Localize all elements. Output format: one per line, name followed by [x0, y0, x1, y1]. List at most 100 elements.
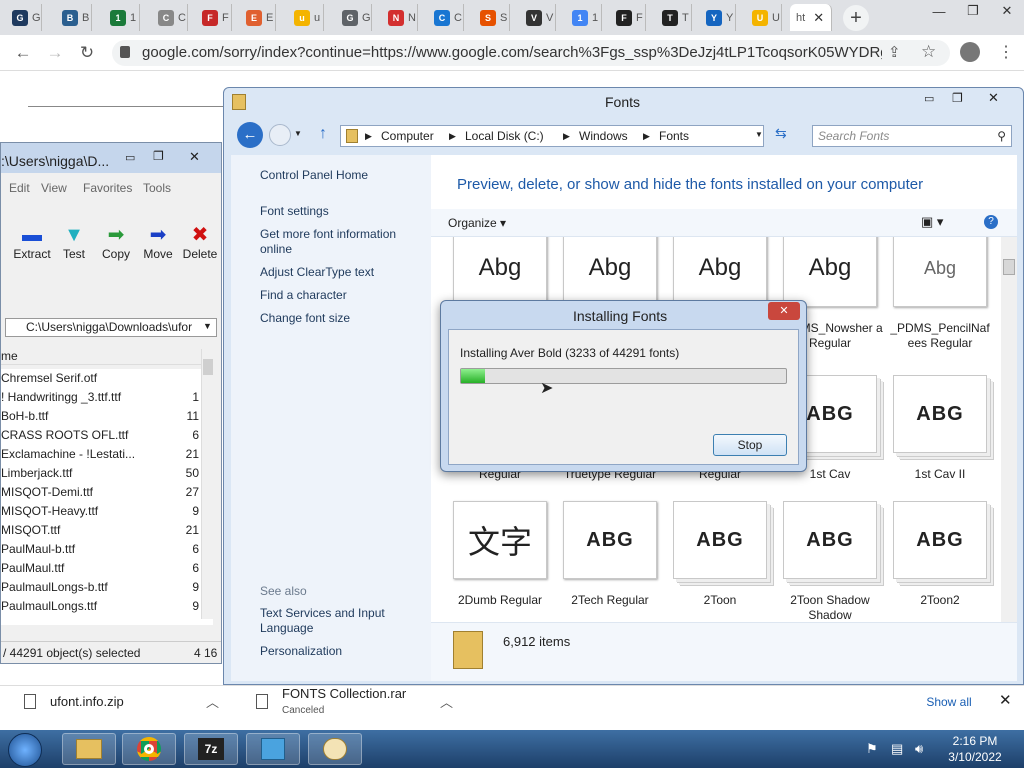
archive-menu-item[interactable]: Edit	[9, 181, 30, 195]
tray-flag-icon[interactable]: ⚑	[866, 741, 878, 757]
font-tile[interactable]: ABG 1st Cav II	[885, 375, 995, 482]
archive-file-row[interactable]: MISQOT.ttf 21	[1, 521, 201, 540]
forward-icon[interactable]: →	[44, 43, 66, 63]
archive-menu-item[interactable]: Favorites	[83, 181, 132, 195]
archive-tool-move[interactable]: ➡ Move	[137, 223, 179, 261]
archive-tool-delete[interactable]: ✖ Delete	[179, 223, 221, 261]
organize-button[interactable]: Organize ▾	[448, 216, 506, 230]
dialog-close-icon[interactable]: ✕	[768, 302, 800, 320]
download-item[interactable]: ufont.info.zip ︿	[20, 686, 230, 728]
archive-file-row[interactable]: Chremsel Serif.otf	[1, 369, 201, 388]
fonts-close-icon[interactable]: ✕	[988, 90, 999, 106]
archive-file-row[interactable]: CRASS ROOTS OFL.ttf 6	[1, 426, 201, 445]
taskbar-paint[interactable]	[308, 733, 362, 765]
browser-tab[interactable]: 11	[104, 4, 140, 31]
fonts-maximize-icon[interactable]: ❐	[952, 91, 963, 105]
archive-file-row[interactable]: ! Handwritingg _3.ttf.ttf 1	[1, 388, 201, 407]
url-text[interactable]: google.com/sorry/index?continue=https://…	[142, 44, 882, 61]
stop-button[interactable]: Stop	[713, 434, 787, 456]
archive-path-field[interactable]: C:\Users\nigga\Downloads\ufor	[5, 318, 217, 337]
menu-kebab-icon[interactable]: ⋮	[998, 42, 1014, 62]
download-item[interactable]: FONTS Collection.rar Canceled ︿	[252, 686, 462, 728]
archive-column-header[interactable]: me	[1, 349, 213, 365]
breadcrumb-separator-icon[interactable]: ▶	[563, 126, 570, 146]
browser-tab[interactable]: BB	[56, 4, 92, 31]
refresh-icon[interactable]: ⇆	[775, 125, 787, 142]
font-tile[interactable]: ABG 2Toon	[665, 501, 775, 608]
tray-network-icon[interactable]: ▤	[891, 741, 903, 757]
archive-file-row[interactable]: BoH-b.ttf 11	[1, 407, 201, 426]
breadcrumb-item[interactable]: Fonts	[659, 126, 689, 146]
font-tile[interactable]: ABG 2Toon Shadow Shadow	[775, 501, 885, 622]
archive-menu-item[interactable]: View	[41, 181, 67, 195]
taskbar-control-panel[interactable]	[246, 733, 300, 765]
archive-restore-icon[interactable]: ❐	[153, 149, 164, 163]
task-link[interactable]: Change font size	[260, 311, 420, 326]
browser-tab[interactable]: GG	[336, 4, 372, 31]
browser-tab[interactable]: YY	[700, 4, 736, 31]
archive-file-row[interactable]: PaulMaul.ttf 6	[1, 559, 201, 578]
font-tile[interactable]: Abg _PDMS_PencilNaf ees Regular	[885, 237, 995, 351]
see-also-link[interactable]: Personalization	[260, 644, 420, 659]
font-tile[interactable]: ABG 2Tech Regular	[555, 501, 665, 608]
task-link[interactable]: Find a character	[260, 288, 420, 303]
see-also-link[interactable]: Text Services and Input Language	[260, 606, 420, 636]
address-dropdown-icon[interactable]: ▼	[755, 130, 763, 139]
breadcrumb-separator-icon[interactable]: ▶	[365, 126, 372, 146]
archive-menu-item[interactable]: Tools	[143, 181, 171, 195]
font-tile[interactable]: 文字 2Dumb Regular	[445, 501, 555, 608]
chevron-up-icon[interactable]: ︿	[440, 692, 453, 711]
breadcrumb-separator-icon[interactable]: ▶	[449, 126, 456, 146]
task-link[interactable]: Get more font information online	[260, 227, 420, 257]
breadcrumb-separator-icon[interactable]: ▶	[643, 126, 650, 146]
browser-tab[interactable]: UU	[746, 4, 782, 31]
address-bar[interactable]: ▶ Computer ▶ Local Disk (C:) ▶ Windows ▶ Fonts	[340, 125, 764, 147]
grid-scroll-thumb[interactable]	[1003, 259, 1015, 275]
up-icon[interactable]: ↑	[319, 125, 327, 143]
browser-tab[interactable]: CC	[152, 4, 188, 31]
archive-tool-extract[interactable]: ▬ Extract	[11, 223, 53, 261]
browser-tab[interactable]: SS	[474, 4, 510, 31]
tab-active[interactable]: ht ✕	[790, 4, 832, 31]
browser-tab[interactable]: FF	[610, 4, 646, 31]
chevron-up-icon[interactable]: ︿	[206, 692, 219, 711]
close-tab-icon[interactable]: ✕	[813, 10, 824, 26]
task-link[interactable]: Control Panel Home	[260, 168, 420, 183]
archive-scrollbar[interactable]	[201, 349, 215, 619]
archive-file-row[interactable]: Exclamachine - !Lestati... 21	[1, 445, 201, 464]
archive-file-row[interactable]: PaulMaul-b.ttf 6	[1, 540, 201, 559]
taskbar-7zip[interactable]: 7z	[184, 733, 238, 765]
fonts-minimize-icon[interactable]: ▭	[924, 92, 934, 105]
start-button[interactable]	[8, 733, 42, 767]
breadcrumb-item[interactable]: Windows	[579, 126, 628, 146]
close-download-bar-icon[interactable]: ✕	[999, 691, 1012, 709]
archive-file-row[interactable]: Limberjack.ttf 50	[1, 464, 201, 483]
bookmark-star-icon[interactable]: ☆	[921, 42, 936, 62]
explorer-back-icon[interactable]: ←	[237, 122, 263, 148]
archive-scroll-thumb[interactable]	[203, 359, 213, 375]
search-fonts-input[interactable]: Search Fonts ⚲	[812, 125, 1012, 147]
archive-file-row[interactable]: MISQOT-Heavy.ttf 9	[1, 502, 201, 521]
help-icon[interactable]: ?	[984, 215, 998, 229]
breadcrumb-item[interactable]: Computer	[381, 126, 434, 146]
clock[interactable]: 2:16 PM 3/10/2022	[940, 733, 1010, 765]
archive-file-row[interactable]: PaulmaulLongs.ttf 9	[1, 597, 201, 616]
archive-file-row[interactable]: MISQOT-Demi.ttf 27	[1, 483, 201, 502]
browser-tab[interactable]: NN	[382, 4, 418, 31]
browser-tab[interactable]: FF	[196, 4, 232, 31]
browser-tab[interactable]: CC	[428, 4, 464, 31]
archive-path-dropdown-icon[interactable]: ▼	[203, 321, 212, 331]
tray-volume-icon[interactable]: 🔊︎	[915, 741, 923, 757]
share-icon[interactable]: ⇪	[888, 43, 901, 61]
explorer-forward-icon[interactable]	[269, 124, 291, 146]
browser-tab[interactable]: GG	[6, 4, 42, 31]
profile-avatar[interactable]	[960, 42, 980, 62]
browser-tab[interactable]: VV	[520, 4, 556, 31]
breadcrumb-item[interactable]: Local Disk (C:)	[465, 126, 544, 146]
archive-tool-copy[interactable]: ➡ Copy	[95, 223, 137, 261]
back-icon[interactable]: ←	[12, 43, 34, 63]
grid-scrollbar[interactable]	[1001, 237, 1017, 622]
taskbar-explorer[interactable]	[62, 733, 116, 765]
archive-minimize-icon[interactable]: ▭	[125, 151, 135, 164]
browser-tab[interactable]: 11	[566, 4, 602, 31]
